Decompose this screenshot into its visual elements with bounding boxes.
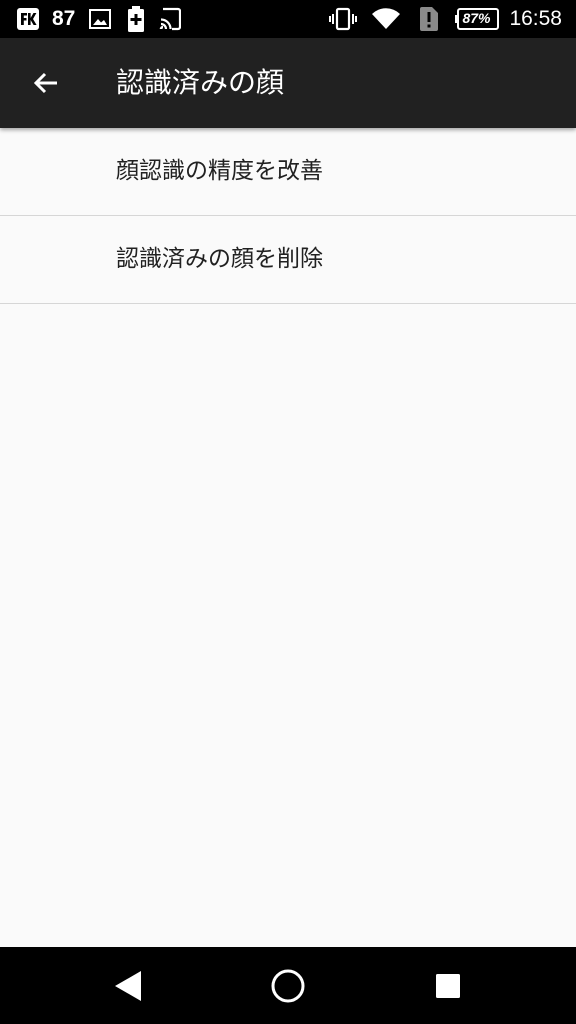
battery-percent: 87% bbox=[462, 10, 491, 26]
sim-alert-icon bbox=[419, 6, 439, 32]
arrow-back-icon bbox=[32, 69, 60, 97]
list-item-improve-accuracy[interactable]: 顔認識の精度を改善 bbox=[0, 128, 576, 216]
battery-icon: 87% bbox=[455, 7, 500, 31]
nav-back-icon bbox=[113, 969, 143, 1003]
nav-home-icon bbox=[270, 968, 306, 1004]
screen: 87 87% 16:58 認識済みの顔 顔認識の精度を改善 認識済みの顔を削除 bbox=[0, 0, 576, 1024]
app-bar: 認識済みの顔 bbox=[0, 38, 576, 128]
list-item-label: 顔認識の精度を改善 bbox=[116, 158, 323, 184]
settings-list: 顔認識の精度を改善 認識済みの顔を削除 bbox=[0, 128, 576, 304]
page-title: 認識済みの顔 bbox=[116, 66, 285, 99]
nav-bar bbox=[0, 947, 576, 1024]
nav-recents-button[interactable] bbox=[420, 961, 476, 1011]
status-left: 87 bbox=[16, 0, 182, 38]
list-item-delete-faces[interactable]: 認識済みの顔を削除 bbox=[0, 216, 576, 304]
clock: 16:58 bbox=[509, 7, 562, 30]
vibrate-icon bbox=[329, 7, 358, 31]
nav-recents-icon bbox=[434, 972, 462, 1000]
cast-icon bbox=[159, 7, 182, 31]
status-right: 87% 16:58 bbox=[329, 0, 562, 38]
fk-app-icon bbox=[16, 7, 40, 31]
battery-saver-icon bbox=[127, 6, 145, 32]
status-bar: 87 87% 16:58 bbox=[0, 0, 576, 38]
list-item-label: 認識済みの顔を削除 bbox=[116, 246, 323, 272]
back-button[interactable] bbox=[18, 55, 74, 111]
nav-back-button[interactable] bbox=[100, 961, 156, 1011]
nav-home-button[interactable] bbox=[260, 961, 316, 1011]
image-icon bbox=[89, 9, 112, 29]
notification-count: 87 bbox=[52, 7, 76, 30]
wifi-icon bbox=[371, 7, 401, 31]
